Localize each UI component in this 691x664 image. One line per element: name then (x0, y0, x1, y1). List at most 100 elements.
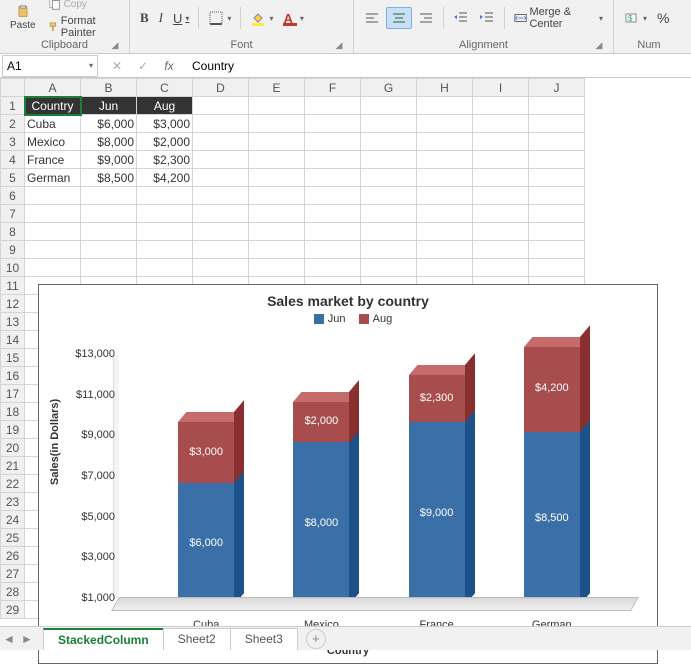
cell[interactable] (193, 241, 249, 259)
row-header[interactable]: 3 (1, 133, 25, 151)
row-header[interactable]: 15 (1, 349, 25, 367)
row-header[interactable]: 11 (1, 277, 25, 295)
italic-button[interactable]: I (155, 8, 167, 28)
cell[interactable] (249, 187, 305, 205)
row-header[interactable]: 20 (1, 439, 25, 457)
cell[interactable] (193, 169, 249, 187)
cell[interactable]: $2,000 (137, 133, 193, 151)
cell[interactable] (249, 115, 305, 133)
cell[interactable] (25, 187, 81, 205)
cell[interactable] (473, 133, 529, 151)
font-color-button[interactable]: A▾ (279, 9, 307, 28)
cell[interactable] (137, 223, 193, 241)
cell[interactable] (473, 241, 529, 259)
cell[interactable]: $9,000 (81, 151, 137, 169)
row-header[interactable]: 18 (1, 403, 25, 421)
add-sheet-button[interactable]: + (306, 629, 326, 649)
row-header[interactable]: 16 (1, 367, 25, 385)
cell[interactable] (361, 187, 417, 205)
cell[interactable] (249, 97, 305, 115)
cell[interactable] (417, 133, 473, 151)
row-header[interactable]: 12 (1, 295, 25, 313)
cell[interactable] (137, 187, 193, 205)
cell[interactable] (417, 187, 473, 205)
bold-button[interactable]: B (136, 8, 153, 28)
cell[interactable] (81, 259, 137, 277)
cell[interactable] (361, 223, 417, 241)
percent-button[interactable]: % (653, 8, 673, 28)
cell[interactable]: $8,500 (81, 169, 137, 187)
cell[interactable] (305, 97, 361, 115)
decrease-indent-button[interactable] (449, 8, 473, 28)
row-header[interactable]: 29 (1, 601, 25, 619)
row-header[interactable]: 4 (1, 151, 25, 169)
fill-color-button[interactable]: ▾ (246, 8, 277, 28)
cell[interactable] (529, 97, 585, 115)
align-right-button[interactable] (414, 8, 438, 28)
cell[interactable] (249, 223, 305, 241)
cell[interactable] (249, 241, 305, 259)
cancel-formula-icon[interactable]: ✕ (108, 59, 126, 73)
row-header[interactable]: 21 (1, 457, 25, 475)
row-header[interactable]: 14 (1, 331, 25, 349)
cell[interactable] (473, 187, 529, 205)
cell[interactable] (529, 169, 585, 187)
row-header[interactable]: 13 (1, 313, 25, 331)
row-header[interactable]: 9 (1, 241, 25, 259)
cell[interactable] (361, 133, 417, 151)
column-header[interactable]: A (25, 79, 81, 97)
row-header[interactable]: 24 (1, 511, 25, 529)
cell[interactable] (417, 97, 473, 115)
cell[interactable] (25, 205, 81, 223)
cell[interactable] (361, 241, 417, 259)
row-header[interactable]: 26 (1, 547, 25, 565)
cell[interactable] (193, 187, 249, 205)
row-header[interactable]: 6 (1, 187, 25, 205)
align-center-button[interactable] (386, 7, 412, 29)
borders-button[interactable]: ▾ (204, 8, 235, 28)
underline-button[interactable]: U▾ (169, 9, 193, 28)
cell[interactable]: France (25, 151, 81, 169)
cell[interactable]: $2,300 (137, 151, 193, 169)
cell[interactable] (361, 97, 417, 115)
cell[interactable] (529, 187, 585, 205)
cell[interactable] (473, 97, 529, 115)
cell[interactable] (473, 169, 529, 187)
cell[interactable] (25, 259, 81, 277)
cell[interactable] (473, 151, 529, 169)
cell[interactable] (417, 205, 473, 223)
column-header[interactable]: D (193, 79, 249, 97)
cell[interactable] (473, 115, 529, 133)
cell[interactable] (529, 205, 585, 223)
cell[interactable] (249, 259, 305, 277)
sheet-tab[interactable]: Sheet3 (230, 628, 298, 650)
cell[interactable] (529, 259, 585, 277)
cell[interactable] (361, 169, 417, 187)
tab-nav-next[interactable]: ► (18, 632, 36, 646)
cell[interactable] (193, 259, 249, 277)
cell[interactable] (361, 115, 417, 133)
cell[interactable]: Jun (81, 97, 137, 115)
column-header[interactable]: C (137, 79, 193, 97)
cell[interactable]: $6,000 (81, 115, 137, 133)
cell[interactable] (529, 241, 585, 259)
cell[interactable] (417, 115, 473, 133)
cell[interactable]: German (25, 169, 81, 187)
column-header[interactable]: E (249, 79, 305, 97)
cell[interactable] (361, 151, 417, 169)
row-header[interactable]: 10 (1, 259, 25, 277)
name-box[interactable]: A1▾ (2, 55, 98, 77)
cell[interactable] (417, 241, 473, 259)
row-header[interactable]: 17 (1, 385, 25, 403)
row-header[interactable]: 23 (1, 493, 25, 511)
enter-formula-icon[interactable]: ✓ (134, 59, 152, 73)
sheet-tab[interactable]: StackedColumn (43, 628, 164, 650)
cell[interactable] (249, 169, 305, 187)
paste-button[interactable]: Paste (6, 3, 40, 33)
row-header[interactable]: 27 (1, 565, 25, 583)
accounting-format-button[interactable]: $▾ (620, 8, 651, 28)
cell[interactable] (529, 115, 585, 133)
row-header[interactable]: 19 (1, 421, 25, 439)
cell[interactable] (361, 205, 417, 223)
cell[interactable] (81, 205, 137, 223)
